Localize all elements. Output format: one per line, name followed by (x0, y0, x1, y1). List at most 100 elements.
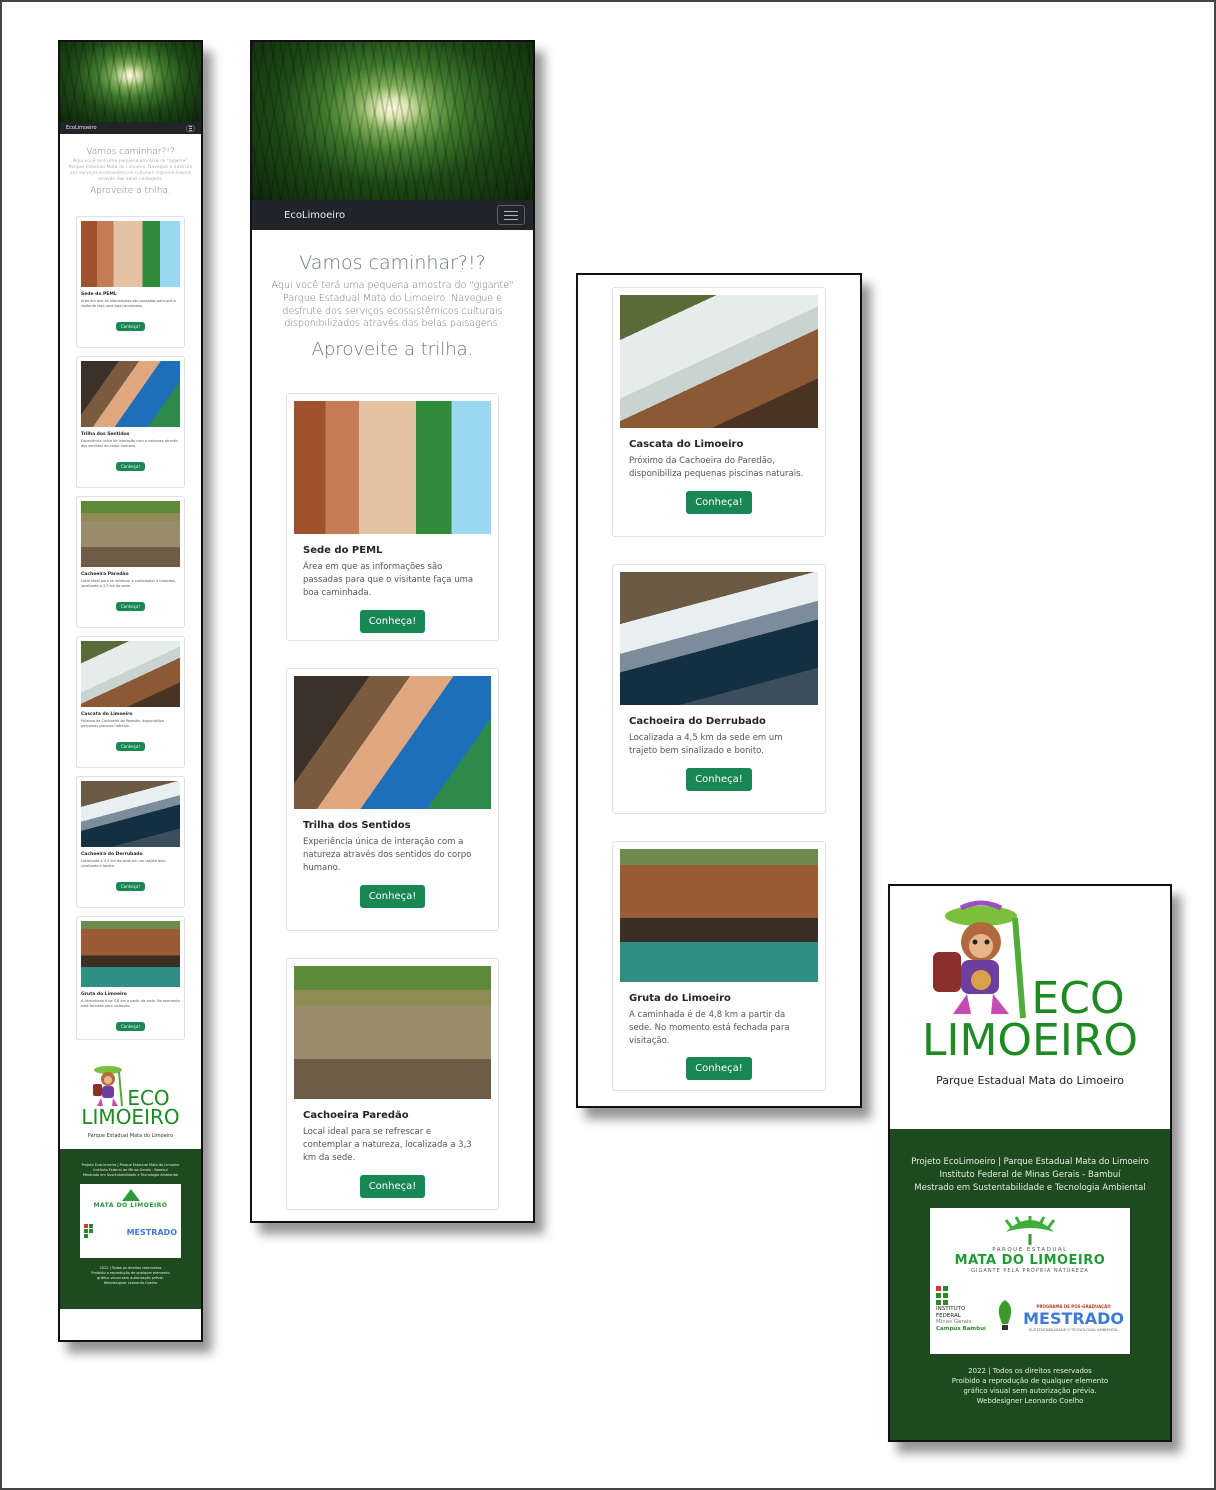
navbar: EcoLimoeiro (60, 122, 201, 134)
card-image-gruta (81, 921, 180, 988)
card: Trilha dos Sentidos Experiência única de… (76, 356, 185, 489)
conheca-button[interactable]: Conheça! (686, 490, 752, 514)
card: Cachoeira do Derrubado Localizada a 4,5 … (76, 776, 185, 909)
card-title: Sede do PEML (303, 545, 383, 557)
card: Cachoeira Paredão Local ideal para se re… (76, 496, 185, 629)
card-title: Cachoeira Paredão (81, 572, 129, 578)
figure-canvas: EcoLimoeiro Vamos caminhar?!? Aqui você … (0, 0, 1216, 1490)
mestrado-sub: SUSTENTABILIDADE E TECNOLOGIA AMBIENTAL (1028, 1326, 1119, 1332)
card-title: Cascata do Limoeiro (81, 712, 133, 718)
card-text: Experiência única de interação com a nat… (81, 439, 178, 449)
card-image-derrubado (81, 781, 180, 848)
card-list: Sede do PEML Área em que as informações … (252, 360, 533, 1211)
tree-icon (1004, 1215, 1056, 1245)
hero-subtitle: Aproveite a trilha. (90, 186, 171, 197)
card-text: Experiência única de interação com a nat… (303, 837, 472, 873)
hero-title: Vamos caminhar?!? (86, 147, 175, 157)
card-title: Cachoeira Paredão (303, 1110, 409, 1122)
card-title: Cachoeira do Derrubado (81, 852, 143, 858)
tree-icon (121, 1189, 140, 1202)
card-text: Localizada a 4,5 km da sede em um trajet… (629, 733, 783, 756)
navbar-brand[interactable]: EcoLimoeiro (284, 210, 345, 221)
menu-toggle-icon[interactable] (497, 205, 525, 225)
conheca-button[interactable]: Conheça! (115, 602, 146, 612)
card-title: Trilha dos Sentidos (81, 432, 130, 438)
card-list: Sede do PEML Área em que as informações … (60, 202, 201, 1041)
card: Cascata do Limoeiro Próximo da Cachoeira… (76, 636, 185, 769)
partner-tagline: GIGANTE PELA PRÓPRIA NATUREZA (971, 1268, 1089, 1275)
if-line-2: FEDERAL (936, 1312, 961, 1319)
card-title: Gruta do Limoeiro (81, 992, 127, 998)
card-text: Próximo da Cachoeira do Paredão, disponi… (81, 719, 164, 729)
card-title: Gruta do Limoeiro (629, 993, 731, 1004)
logo-limoeiro-text: LIMOEIRO (921, 1015, 1139, 1066)
conheca-button[interactable]: Conheça! (115, 882, 146, 892)
if-line-4: Campus Bambuí (936, 1325, 986, 1332)
header-forest-image (60, 42, 201, 122)
footer-copyright: 2022 | Todos os direitos reservados (968, 1366, 1092, 1375)
card-title: Trilha dos Sentidos (303, 820, 411, 832)
card: Sede do PEML Área em que as informações … (76, 216, 185, 349)
footer-program: Mestrado em Sustentabilidade e Tecnologi… (82, 1173, 179, 1178)
hero-lead: Aqui você terá uma pequena amostra do "g… (68, 159, 193, 182)
card: Gruta do Limoeiro A caminhada é de 4,8 k… (76, 916, 185, 1041)
footer-program: Mestrado em Sustentabilidade e Tecnologi… (914, 1183, 1146, 1194)
if-logo: INSTITUTO FEDERAL Minas Gerais Campus Ba… (936, 1286, 986, 1332)
card: Trilha dos Sentidos Experiência única de… (286, 668, 499, 932)
screenshot-footer-section: ECO LIMOEIRO Parque Estadual Mata do Lim… (888, 884, 1172, 1442)
logo-limoeiro-text: LIMOEIRO (81, 1105, 180, 1130)
card-title: Sede do PEML (81, 292, 117, 298)
conheca-button[interactable]: Conheça! (115, 742, 146, 752)
partner-name: MATA DO LIMOEIRO (954, 1253, 1106, 1269)
footer-institute: Instituto Federal de Minas Gerais - Bamb… (939, 1170, 1121, 1181)
conheca-button[interactable]: Conheça! (115, 462, 146, 472)
footer-credit: Webdesigner Leonardo Coelho (976, 1396, 1084, 1405)
logo-caption: Parque Estadual Mata do Limoeiro (87, 1133, 174, 1140)
ecolimoeiro-logo: ECO LIMOEIRO Parque Estadual Mata do Lim… (890, 886, 1170, 1129)
hero-section: Vamos caminhar?!? Aqui você terá uma peq… (252, 230, 533, 360)
conheca-button[interactable]: Conheça! (115, 322, 146, 332)
card-image-trilha (81, 361, 180, 428)
hero-section: Vamos caminhar?!? Aqui você terá uma peq… (60, 134, 201, 202)
ecolimoeiro-logo: ECO LIMOEIRO Parque Estadual Mata do Lim… (60, 1048, 201, 1149)
card-image-paredao (294, 966, 491, 1100)
conheca-button[interactable]: Conheça! (359, 1174, 426, 1198)
hero-title: Vamos caminhar?!? (299, 252, 486, 274)
mestrado-text: MESTRADO (1023, 1308, 1124, 1328)
screenshot-middle-section: Cascata do Limoeiro Próximo da Cachoeira… (576, 273, 862, 1108)
footer-project: Projeto EcoLimoeiro | Parque Estadual Ma… (911, 1157, 1149, 1167)
mestrado-logo: MESTRADO (126, 1228, 177, 1238)
card: Cachoeira do Derrubado Localizada a 4,5 … (612, 564, 826, 814)
footer-notice-2: gráfico visual sem autorização prévia. (963, 1386, 1097, 1395)
navbar: EcoLimoeiro (252, 200, 533, 230)
conheca-button[interactable]: Conheça! (115, 1022, 146, 1032)
lightbulb-icon (998, 1300, 1011, 1331)
footer-credit: Webdesigner Leonardo Coelho (103, 1280, 158, 1285)
menu-toggle-icon[interactable] (186, 124, 195, 132)
navbar-brand[interactable]: EcoLimoeiro (66, 125, 97, 131)
conheca-button[interactable]: Conheça! (359, 884, 426, 908)
card-image-sede (81, 221, 180, 288)
card-image-derrubado (620, 572, 818, 705)
card-title: Cachoeira do Derrubado (629, 716, 766, 727)
if-logo-icon (84, 1224, 93, 1239)
card-image-sede (294, 401, 491, 535)
footer: Projeto EcoLimoeiro | Parque Estadual Ma… (890, 1129, 1170, 1440)
partner-logos: MATA DO LIMOEIRO MESTRADO (80, 1184, 181, 1259)
card-title: Cascata do Limoeiro (629, 439, 744, 450)
hero-subtitle: Aproveite a trilha. (311, 339, 474, 361)
conheca-button[interactable]: Conheça! (686, 767, 752, 791)
conheca-button[interactable]: Conheça! (686, 1057, 752, 1081)
card: Cascata do Limoeiro Próximo da Cachoeira… (612, 287, 826, 537)
card-text: A caminhada é de 4,8 km a partir da sede… (629, 1010, 790, 1046)
card-text: Local ideal para se refrescar e contempl… (303, 1127, 472, 1163)
card-list: Cascata do Limoeiro Próximo da Cachoeira… (578, 275, 860, 1091)
conheca-button[interactable]: Conheça! (359, 609, 426, 633)
screenshot-top-section: EcoLimoeiro Vamos caminhar?!? Aqui você … (250, 40, 535, 1223)
footer-notice-1: Proibido a reprodução de qualquer elemen… (951, 1376, 1109, 1385)
if-line-3: Minas Gerais (936, 1319, 972, 1326)
mascot-monkey-icon (93, 1066, 124, 1107)
hero-lead: Aqui você terá uma pequena amostra do "g… (271, 280, 514, 330)
card-image-paredao (81, 501, 180, 568)
card: Cachoeira Paredão Local ideal para se re… (286, 958, 499, 1211)
